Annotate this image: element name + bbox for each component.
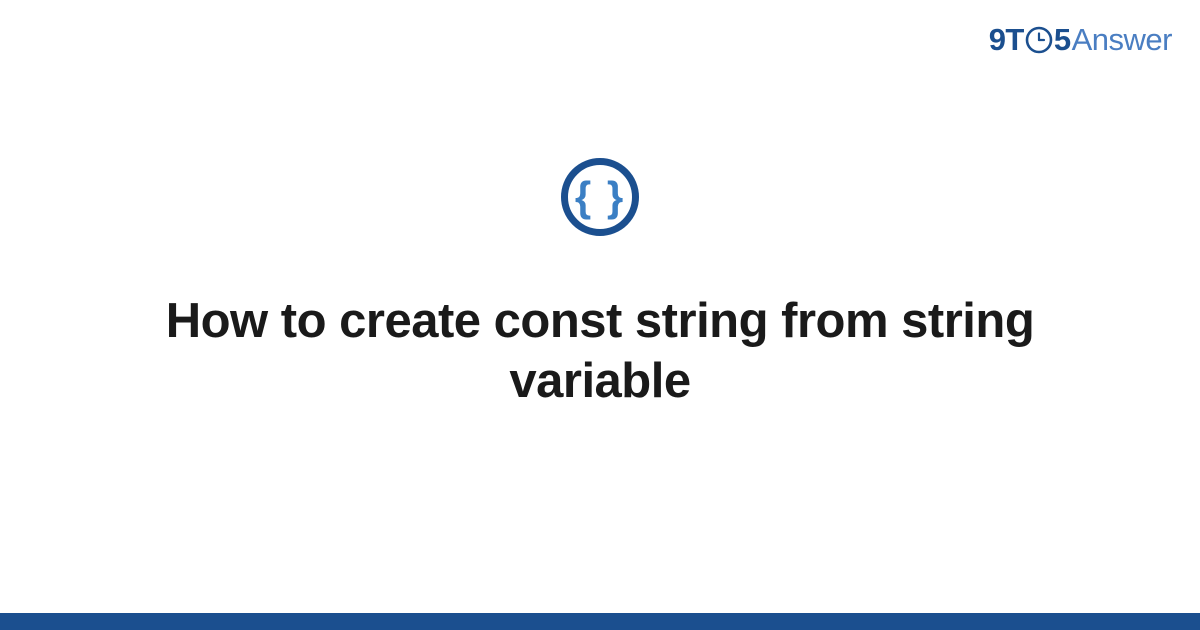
page-title: How to create const string from string v… [100,292,1100,412]
braces-glyph: { } [575,176,625,218]
main-content: { } How to create const string from stri… [0,0,1200,630]
footer-bar [0,613,1200,630]
code-braces-icon: { } [561,158,639,236]
